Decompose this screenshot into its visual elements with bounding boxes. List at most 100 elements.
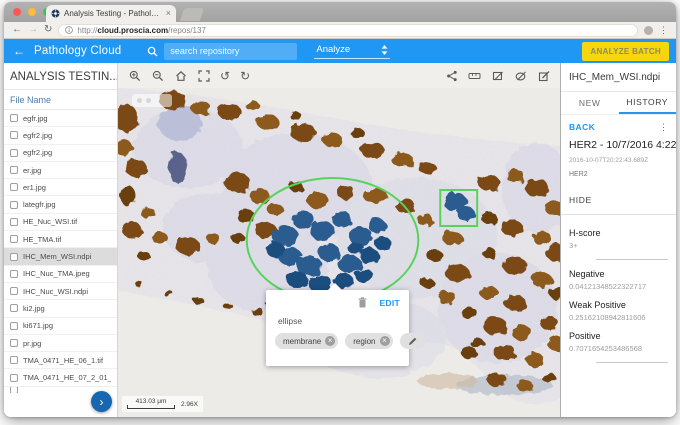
file-checkbox[interactable] [10,183,18,191]
file-row[interactable]: er1.jpg [4,179,117,196]
next-page-button[interactable]: › [91,391,112,412]
file-name-column-header[interactable]: File Name [4,90,117,110]
file-name: egfr2.jpg [23,148,52,157]
slide-stage[interactable]: EDIT ellipse membrane × region × [118,88,560,417]
slide-image [118,88,560,417]
file-checkbox[interactable] [10,235,18,243]
fullscreen-icon[interactable] [197,69,210,82]
file-row[interactable]: pr.jpg [4,335,117,352]
browser-forward-icon[interactable]: → [28,25,38,35]
file-checkbox[interactable] [10,149,18,157]
file-row[interactable]: lategfr.jpg [4,196,117,213]
panel-filename: IHC_Mem_WSI.ndpi [561,63,676,92]
metric-value: 0.25162108942811606 [569,313,668,322]
browser-menu-icon[interactable]: ⋮ [659,26,668,35]
file-row[interactable]: HE_TMA.tif [4,231,117,248]
viewer-toolbar: ↺ ↻ [118,63,560,88]
file-row[interactable]: egfr.jpg [4,110,117,127]
entry-menu-icon[interactable]: ⋮ [659,123,668,132]
chevron-right-icon: › [100,395,104,409]
metric-value: 3+ [569,241,668,250]
file-checkbox[interactable] [10,253,18,261]
file-checkbox[interactable] [10,270,18,278]
browser-extension-icon[interactable] [644,26,653,35]
search-icon [147,46,158,57]
remove-tag-icon[interactable]: × [380,336,390,346]
file-checkbox[interactable] [10,387,18,393]
tab-title: Analysis Testing - Pathology C [64,9,162,18]
page-info-icon[interactable] [65,26,73,34]
close-window-button[interactable] [13,8,21,16]
draw-ellipse-icon[interactable] [514,69,527,82]
tag-label: membrane [283,337,321,346]
browser-window: Analysis Testing - Pathology C × ← → ↻ h… [4,2,676,417]
file-checkbox[interactable] [10,166,18,174]
file-checkbox[interactable] [10,339,18,347]
draw-rectangle-icon[interactable] [491,69,504,82]
analyze-dropdown[interactable]: Analyze [314,43,390,59]
file-checkbox[interactable] [10,287,18,295]
analysis-entry-title[interactable]: HER2 - 10/7/2016 4:22... [561,136,676,151]
hide-link[interactable]: HIDE [561,178,676,214]
file-row[interactable]: IHC_Nuc_WSI.ndpi [4,283,117,300]
file-name: IHC_Mem_WSI.ndpi [23,252,91,261]
remove-tag-icon[interactable]: × [325,336,335,346]
rotate-ccw-icon[interactable]: ↺ [220,70,230,82]
tab-history[interactable]: HISTORY [619,92,677,114]
compose-annotation-icon[interactable] [537,69,550,82]
edit-annotation-link[interactable]: EDIT [379,298,400,308]
file-checkbox[interactable] [10,201,18,209]
home-icon[interactable] [174,69,187,82]
tab-new[interactable]: NEW [561,92,619,114]
search-input[interactable] [164,43,297,60]
file-row[interactable]: HE_Nuc_WSI.tif [4,214,117,231]
panel-tabs: NEW HISTORY [561,92,676,115]
file-row[interactable]: egfr2.jpg [4,127,117,144]
minimize-window-button[interactable] [28,8,36,16]
browser-back-icon[interactable]: ← [12,25,22,35]
browser-titlebar: Analysis Testing - Pathology C × [4,2,676,22]
back-link[interactable]: BACK [569,122,595,132]
viewer-overlay-control[interactable] [132,94,172,107]
file-name: ki2.jpg [23,304,45,313]
app-back-icon[interactable]: ← [13,44,25,58]
delete-annotation-icon[interactable] [358,297,367,308]
browser-tab[interactable]: Analysis Testing - Pathology C × [46,5,176,22]
file-name: TMA_0471_HE_06_1.tif [23,356,103,365]
analyze-dropdown-label: Analyze [316,44,350,55]
file-checkbox[interactable] [10,218,18,226]
file-checkbox[interactable] [10,374,18,382]
file-name: ki671.jpg [23,321,53,330]
tag-chip-membrane[interactable]: membrane × [275,333,338,349]
file-checkbox[interactable] [10,304,18,312]
rotate-cw-icon[interactable]: ↻ [240,70,250,82]
file-row[interactable]: ki2.jpg [4,300,117,317]
zoom-out-icon[interactable] [151,69,164,82]
tag-chip-region[interactable]: region × [345,333,392,349]
overlay-dot-icon [146,98,151,103]
file-row[interactable]: ki671.jpg [4,318,117,335]
new-tab-button[interactable] [180,8,204,21]
zoom-in-icon[interactable] [128,69,141,82]
url-field[interactable]: http://cloud.proscia.com/repos/137 [58,24,638,37]
file-row[interactable]: IHC_Nuc_TMA.jpeg [4,266,117,283]
file-row[interactable]: TMA_0471_HE_06_1.tif [4,352,117,369]
repository-title: ANALYSIS TESTIN... [4,63,117,90]
analyze-batch-button[interactable]: ANALYZE BATCH [582,42,669,61]
file-name: IHC_Nuc_TMA.jpeg [23,269,90,278]
file-name: lategfr.jpg [23,200,56,209]
file-checkbox[interactable] [10,131,18,139]
file-checkbox[interactable] [10,114,18,122]
tab-close-icon[interactable]: × [166,9,171,18]
file-checkbox[interactable] [10,356,18,364]
scale-ruler: 413.03 μm [127,398,175,409]
share-icon[interactable] [445,69,458,82]
scalebar-toggle-icon[interactable] [468,69,481,82]
file-row[interactable]: egfr2.jpg [4,145,117,162]
add-tag-button[interactable] [400,333,426,349]
file-checkbox[interactable] [10,322,18,330]
browser-refresh-icon[interactable]: ↻ [44,25,52,35]
file-row[interactable]: er.jpg [4,162,117,179]
file-row-selected[interactable]: IHC_Mem_WSI.ndpi [4,248,117,265]
file-row[interactable]: TMA_0471_HE_07_2_01_02.png [4,369,117,386]
